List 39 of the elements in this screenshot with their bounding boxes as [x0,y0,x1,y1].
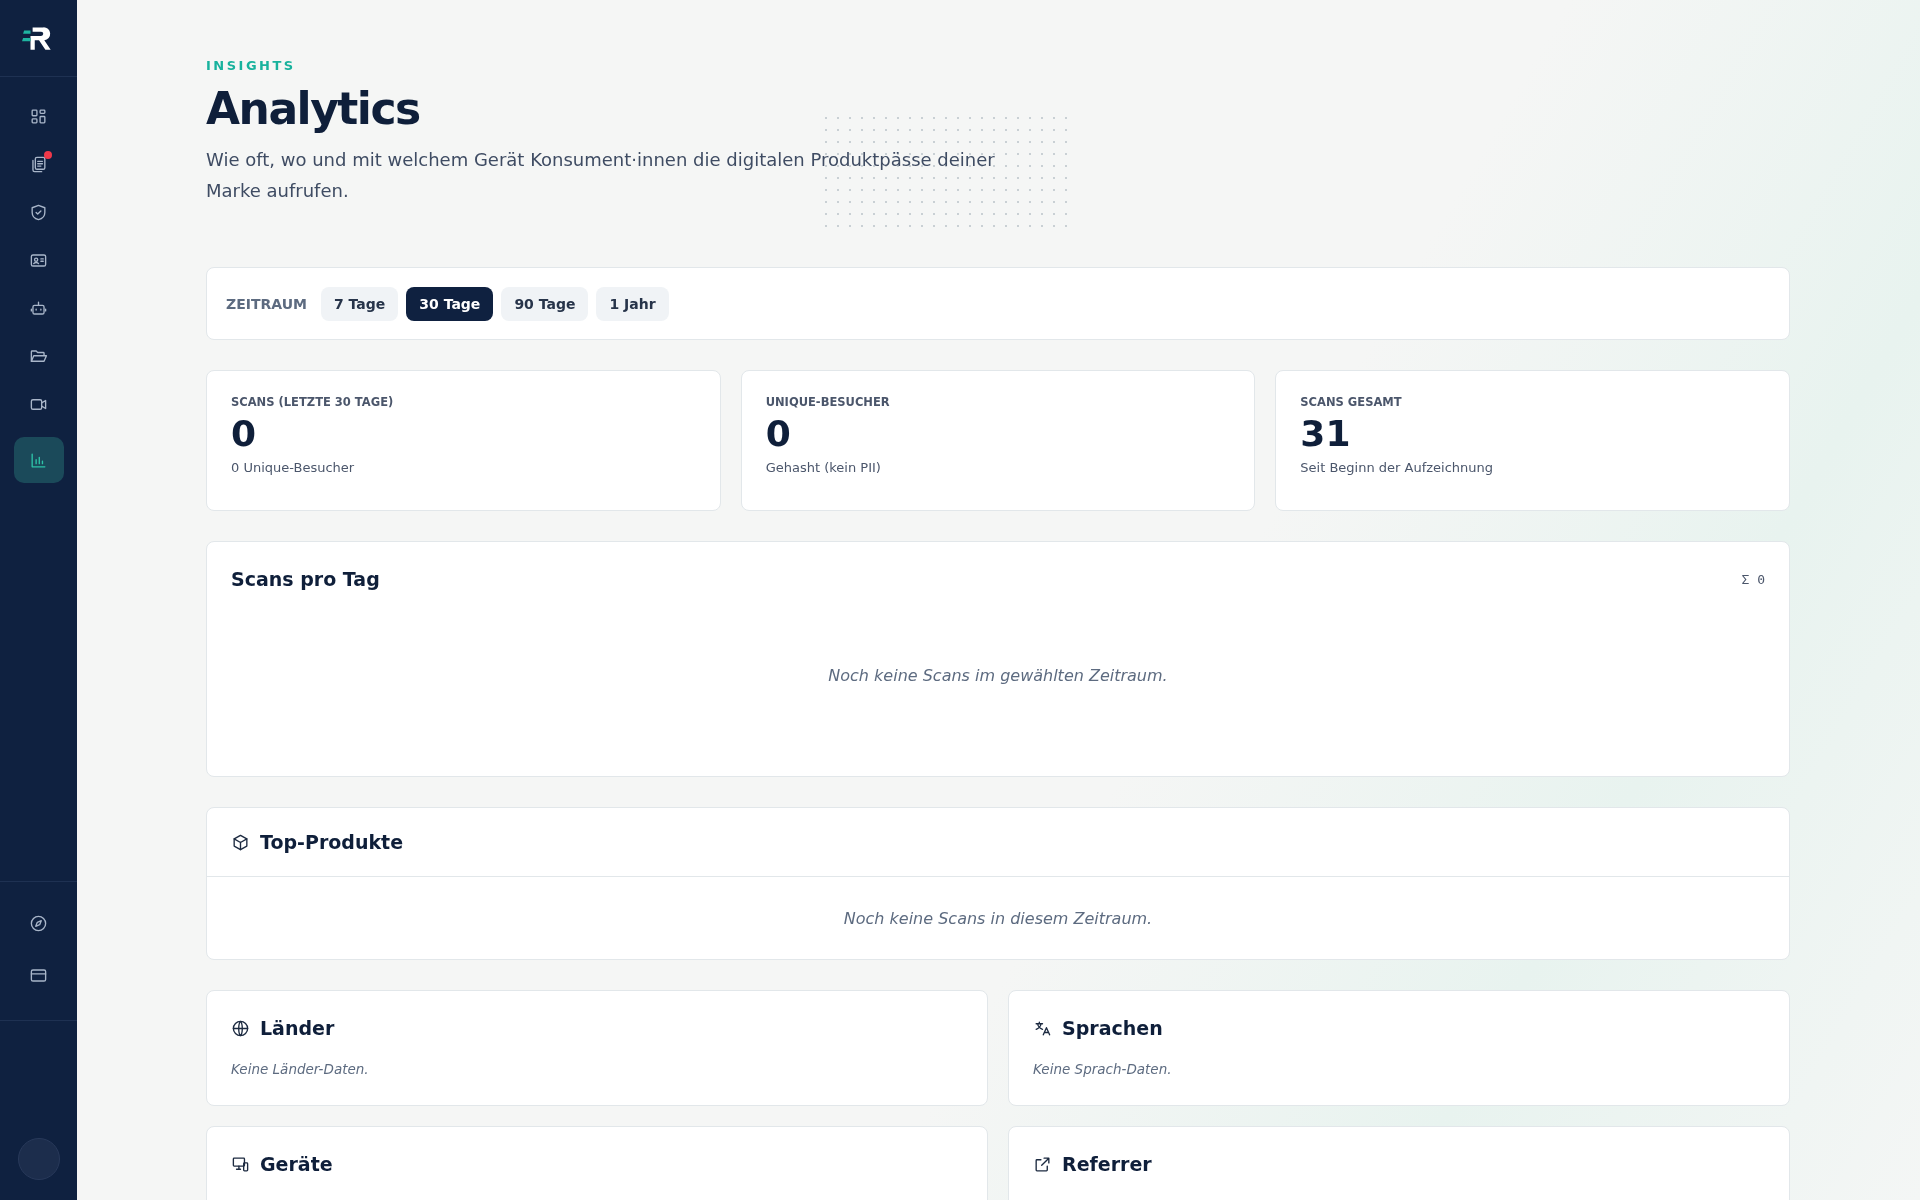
empty-message: Keine Sprach-Daten. [1033,1061,1173,1077]
page-title: Analytics [206,83,421,134]
card-title: Top-Produkte [260,831,404,853]
empty-message: Noch keine Scans in diesem Zeitraum. [843,908,1153,928]
stat-value: 0 [765,413,792,454]
card-title: Referrer [1062,1153,1152,1175]
stat-value: 31 [1300,413,1352,454]
empty-message: Noch keine Scans im gewählten Zeitraum. [828,665,1168,685]
box-icon [231,832,250,852]
card-title: Scans pro Tag [231,568,380,590]
dashboard-icon [29,106,48,126]
section-label: INSIGHTS [206,58,297,73]
period-tab[interactable]: 30 Tage [406,286,494,321]
card-title: Geräte [260,1153,333,1175]
documents-icon [29,154,48,174]
stat-note: Seit Beginn der Aufzeichnung [1300,460,1495,475]
stat-value: 0 [231,413,258,454]
external-link-icon [1033,1154,1052,1174]
card-title: Länder [260,1017,335,1039]
robot-icon [29,298,48,318]
stat-note: 0 Unique-Besucher [231,460,356,475]
stat-label: SCANS (LETZTE 30 TAGE) [231,395,395,409]
globe-icon [231,1018,250,1038]
period-tab[interactable]: 1 Jahr [596,286,669,321]
total-count: Σ 0 [1741,571,1765,587]
stat-label: SCANS GESAMT [1300,395,1403,409]
period-label: ZEITRAUM [226,295,307,312]
sidebar-item[interactable] [13,437,64,483]
period-tab[interactable]: 7 Tage [320,286,399,321]
stat-label: UNIQUE-BESUCHER [765,395,891,409]
compass-icon [29,913,48,933]
card-title: Sprachen [1062,1017,1163,1039]
empty-message: Keine Länder-Daten. [231,1061,370,1077]
notification-dot [43,151,52,159]
devices-icon [231,1154,250,1174]
period-tab[interactable]: 90 Tage [501,286,589,321]
stat-note: Gehasht (kein PII) [765,460,882,475]
page-description: Wie oft, wo und mit welchem Gerät Konsument·innen die digitalen Produktpässe deiner Marke aufrufen. [206,148,996,203]
shield-icon [29,202,48,222]
